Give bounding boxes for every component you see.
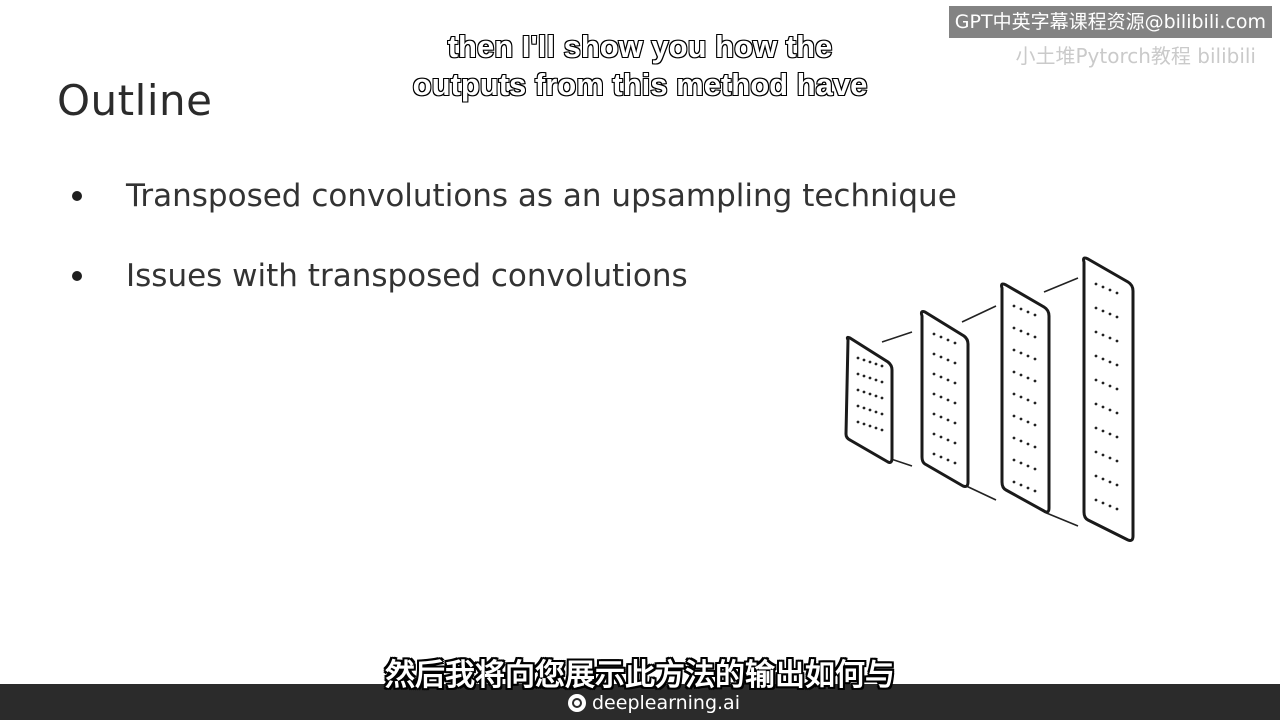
watermark-sub: 小土堆Pytorch教程 bilibili (1015, 44, 1256, 68)
bullet-text: Issues with transposed convolutions (126, 258, 688, 294)
bullet-list: Transposed convolutions as an upsampling… (66, 172, 957, 332)
deeplearning-logo-icon (568, 694, 586, 712)
chinese-subtitle: 然后我将向您展示此方法的输出如何与 (385, 658, 895, 693)
upsampling-layers-icon (830, 250, 1150, 555)
watermark-banner: GPT中英字幕课程资源@bilibili.com (948, 6, 1272, 38)
bullet-text: Transposed convolutions as an upsampling… (126, 178, 957, 214)
bullet-item: Issues with transposed convolutions (66, 252, 957, 300)
bullet-item: Transposed convolutions as an upsampling… (66, 172, 957, 220)
bullet-dot-icon (72, 271, 82, 281)
bullet-dot-icon (72, 191, 82, 201)
english-subtitle-line-2: outputs from this method have (412, 66, 869, 103)
